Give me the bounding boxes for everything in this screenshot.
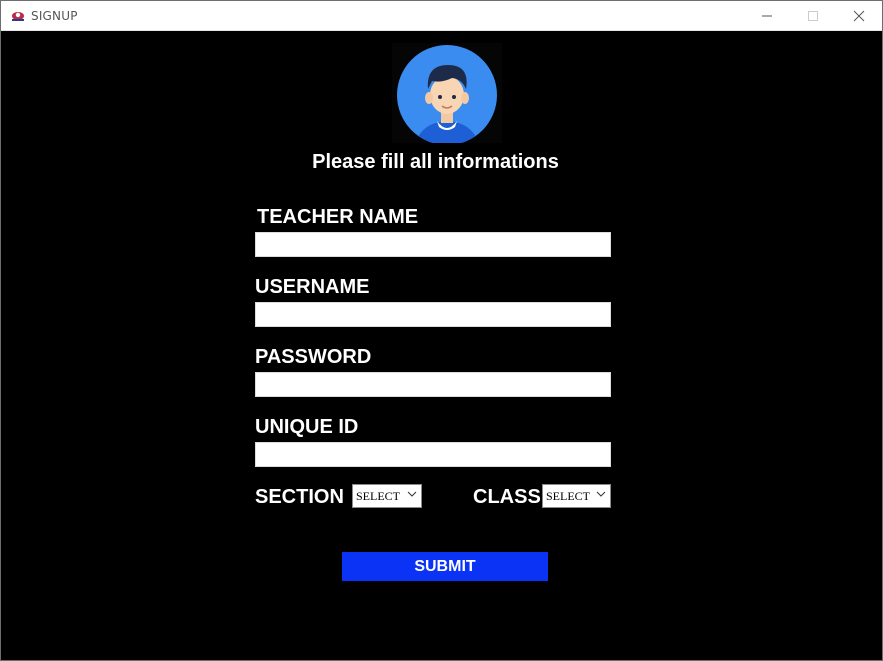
chevron-down-icon bbox=[596, 488, 606, 504]
unique-id-label: UNIQUE ID bbox=[255, 416, 359, 438]
minimize-button[interactable] bbox=[744, 1, 790, 31]
teacher-name-field[interactable] bbox=[255, 232, 611, 257]
class-label: CLASS bbox=[473, 486, 541, 508]
section-select[interactable]: SELECT bbox=[352, 484, 422, 508]
class-select-value: SELECT bbox=[546, 489, 590, 503]
class-select[interactable]: SELECT bbox=[542, 484, 611, 508]
minimize-icon bbox=[762, 15, 772, 17]
password-field[interactable] bbox=[255, 372, 611, 397]
user-avatar-icon bbox=[397, 45, 497, 145]
unique-id-field[interactable] bbox=[255, 442, 611, 467]
teacher-name-label: TEACHER NAME bbox=[257, 206, 419, 228]
submit-button[interactable]: SUBMIT bbox=[342, 552, 548, 581]
window-title: SIGNUP bbox=[31, 9, 78, 23]
title-bar[interactable]: SIGNUP bbox=[1, 1, 882, 31]
avatar bbox=[392, 43, 502, 145]
maximize-icon bbox=[808, 11, 818, 21]
maximize-button[interactable] bbox=[790, 1, 836, 31]
password-label: PASSWORD bbox=[255, 346, 372, 368]
close-icon bbox=[853, 10, 865, 22]
section-select-value: SELECT bbox=[356, 489, 400, 503]
close-button[interactable] bbox=[836, 1, 882, 31]
app-logo-icon bbox=[11, 9, 25, 23]
username-field[interactable] bbox=[255, 302, 611, 327]
username-label: USERNAME bbox=[255, 276, 370, 298]
form-heading: Please fill all informations bbox=[312, 151, 559, 173]
section-label: SECTION bbox=[255, 486, 344, 508]
signup-window: SIGNUP Please fill all informations TEAC… bbox=[0, 0, 883, 661]
signup-form: Please fill all informations TEACHER NAM… bbox=[1, 32, 882, 660]
chevron-down-icon bbox=[407, 488, 417, 504]
